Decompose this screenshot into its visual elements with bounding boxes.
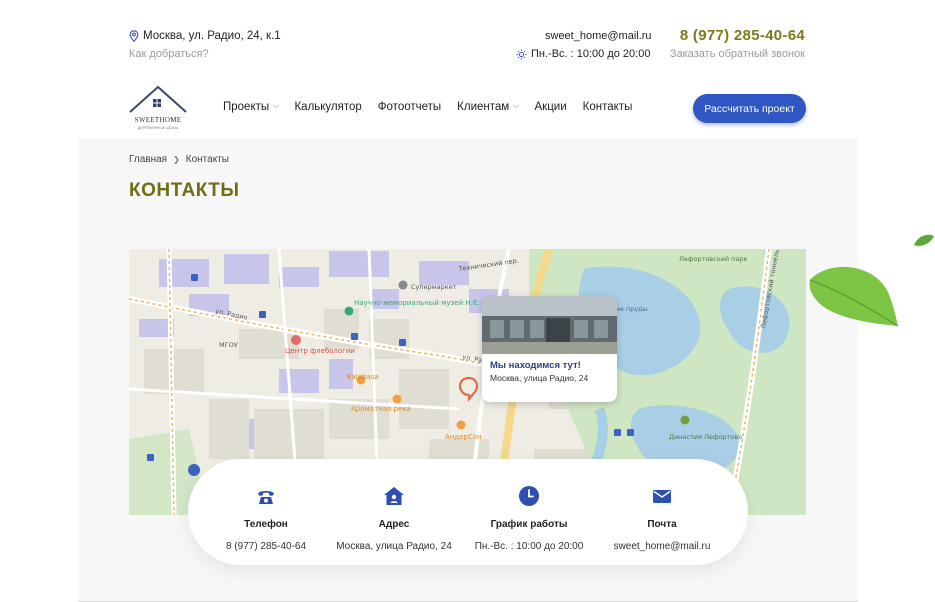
- hours-row: Пн.-Вс. : 10:00 до 20:00: [516, 48, 650, 60]
- nav-item-contacts[interactable]: Контакты: [583, 101, 633, 113]
- telephone-icon: [258, 491, 274, 504]
- header-phone-link[interactable]: 8 (977) 285-40-64: [680, 27, 805, 44]
- page-title: КОНТАКТЫ: [129, 180, 240, 201]
- nav-item-photo-reports[interactable]: Фотоотчеты: [378, 101, 441, 113]
- leaf-decoration-icon: [809, 266, 899, 327]
- top-bar: Москва, ул. Радио, 24, к.1 Как добраться…: [0, 0, 935, 80]
- logo-name: SWEETHOME: [134, 116, 182, 124]
- popup-address: Москва, улица Радио, 24: [490, 373, 589, 383]
- mail-label: Почта: [647, 519, 677, 530]
- contact-hours: График работы Пн.-Вс. : 10:00 до 20:00: [459, 485, 599, 552]
- chevron-down-icon: ⌵: [273, 103, 279, 110]
- sun-icon: [516, 48, 527, 60]
- envelope-icon: [653, 490, 671, 503]
- chevron-right-icon: ❯: [173, 155, 180, 164]
- email-link[interactable]: sweet_home@mail.ru: [545, 30, 652, 42]
- nav-item-calculator[interactable]: Калькулятор: [294, 101, 361, 113]
- map-label-lef-park: Лефортовский парк: [679, 255, 748, 263]
- nav-label: Фотоотчеты: [377, 101, 442, 113]
- callback-link[interactable]: Заказать обратный звонок: [670, 48, 805, 60]
- phone-value-link[interactable]: 8 (977) 285-40-64: [196, 541, 336, 552]
- address-text: Москва, ул. Радио, 24, к.1: [143, 30, 281, 42]
- map-label-mgou: МГОУ: [219, 341, 238, 349]
- map-label-aroma: Ароматная река: [351, 405, 411, 413]
- calculate-project-button[interactable]: Рассчитать проект: [693, 94, 806, 123]
- chevron-down-icon: ⌵: [513, 103, 519, 110]
- leaf-decoration-icon: [914, 234, 934, 246]
- contact-mail: Почта sweet_home@mail.ru: [592, 485, 732, 552]
- clock-icon: [519, 486, 539, 506]
- building-photo-graphic: [482, 296, 617, 354]
- address-label: Адрес: [378, 519, 410, 530]
- nav-item-projects[interactable]: Проекты ⌵: [223, 101, 278, 113]
- home-icon: [384, 487, 404, 505]
- building-photo: [482, 296, 617, 354]
- hours-value: Пн.-Вс. : 10:00 до 20:00: [474, 541, 584, 552]
- nav-label: Клиентам: [457, 101, 510, 113]
- contact-phone: Телефон 8 (977) 285-40-64: [196, 485, 336, 552]
- map-label-museum: Научно-мемориальный музей Н.Е.: [354, 299, 480, 307]
- nav-label: Контакты: [582, 101, 633, 113]
- hours-label: График работы: [490, 519, 568, 530]
- hours-text: Пн.-Вс. : 10:00 до 20:00: [531, 48, 651, 60]
- how-to-get-link[interactable]: Как добраться?: [129, 48, 209, 60]
- map-label-kalabasa: Kalabasa: [347, 373, 379, 381]
- map-label-center: Центр флебологии: [285, 347, 355, 355]
- contact-address: Адрес Москва, улица Радио, 24: [324, 485, 464, 552]
- house-logo-icon: [129, 85, 187, 113]
- address-row: Москва, ул. Радио, 24, к.1: [129, 30, 281, 42]
- nav-label: Акции: [534, 101, 567, 113]
- nav-label: Калькулятор: [294, 101, 362, 113]
- mail-value-link[interactable]: sweet_home@mail.ru: [592, 541, 732, 552]
- map-label-dynasty: Династия Лефортово: [669, 433, 742, 441]
- map-label-supermarket: Супермаркет: [411, 283, 457, 291]
- logo-tagline: ДЕРЕВЯННЫЕ ДОМА: [137, 125, 179, 130]
- location-pin-icon: [129, 30, 139, 42]
- nav-item-clients[interactable]: Клиентам ⌵: [457, 101, 518, 113]
- address-value: Москва, улица Радио, 24: [336, 541, 452, 552]
- popup-title: Мы находимся тут!: [490, 360, 581, 371]
- main-nav: Проекты ⌵ Калькулятор Фотоотчеты Клиентам…: [223, 101, 632, 113]
- contacts-card: Телефон 8 (977) 285-40-64 Адрес Москва, …: [188, 459, 748, 565]
- breadcrumb-current: Контакты: [185, 154, 229, 165]
- logo[interactable]: SWEETHOME ДЕРЕВЯННЫЕ ДОМА: [128, 84, 188, 132]
- breadcrumb: Главная ❯ Контакты: [129, 154, 229, 165]
- nav-item-promotions[interactable]: Акции: [535, 101, 567, 113]
- phone-label: Телефон: [244, 519, 288, 530]
- map-label-anderson: АндерСон: [445, 433, 482, 441]
- map-popup[interactable]: Мы находимся тут! Москва, улица Радио, 2…: [482, 296, 617, 402]
- breadcrumb-home-link[interactable]: Главная: [129, 154, 167, 165]
- nav-label: Проекты: [223, 101, 270, 113]
